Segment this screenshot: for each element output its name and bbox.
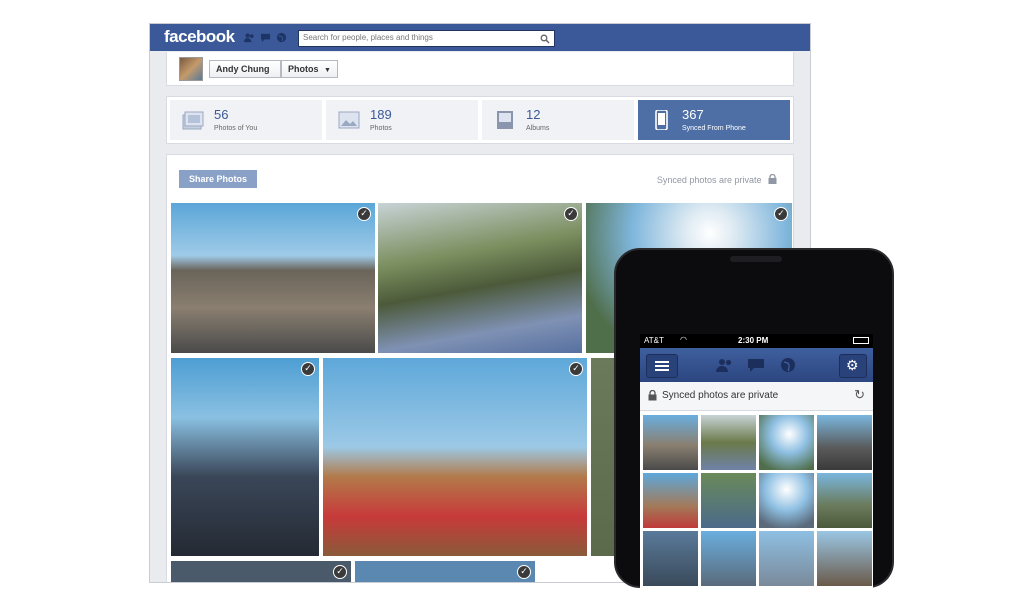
app-bar: ⚙ — [640, 348, 873, 382]
photos-dropdown[interactable]: Photos ▼ — [281, 60, 338, 78]
photo-thumbnail[interactable]: ✓ — [171, 561, 351, 582]
selected-check-icon[interactable]: ✓ — [357, 207, 371, 221]
synced-label: Synced photos are private — [662, 390, 779, 401]
phone-screen: AT&T ◠ 2:30 PM ⚙ Synced photos are priva… — [640, 334, 873, 594]
tab-label: Albums — [526, 125, 550, 132]
photo-thumbnail[interactable]: ✓ — [355, 561, 535, 582]
phone-photo-thumbnail[interactable] — [701, 531, 756, 586]
notifications-globe-icon[interactable] — [780, 357, 796, 373]
status-bar: AT&T ◠ 2:30 PM — [640, 334, 873, 348]
avatar[interactable] — [179, 57, 203, 81]
wifi-icon: ◠ — [680, 335, 687, 344]
phone-photo-thumbnail[interactable] — [701, 473, 756, 528]
battery-icon — [853, 337, 869, 344]
photo-icon — [338, 111, 360, 129]
profile-name-button[interactable]: Andy Chung — [209, 60, 281, 78]
tab-label: Synced From Phone — [682, 125, 746, 132]
phone-photo-thumbnail[interactable] — [701, 415, 756, 470]
photo-stats-bar: 56 Photos of You 189 Photos 12 Albums 36… — [166, 96, 794, 144]
photos-dropdown-label: Photos — [288, 64, 319, 74]
tab-count: 12 — [526, 107, 541, 122]
lock-icon — [648, 390, 657, 401]
phone-speaker — [730, 256, 782, 262]
phone-photo-thumbnail[interactable] — [643, 531, 698, 586]
settings-button[interactable]: ⚙ — [839, 354, 867, 378]
messages-icon[interactable] — [747, 358, 765, 373]
search-placeholder: Search for people, places and things — [303, 33, 433, 42]
lock-icon — [768, 173, 777, 184]
tab-label: Photos — [370, 125, 392, 132]
synced-header: Synced photos are private ↻ — [640, 382, 873, 411]
gear-icon: ⚙ — [846, 357, 859, 373]
phone-photo-thumbnail[interactable] — [643, 415, 698, 470]
iphone: AT&T ◠ 2:30 PM ⚙ Synced photos are priva… — [614, 248, 894, 594]
phone-photo-thumbnail[interactable] — [817, 415, 872, 470]
search-input[interactable]: Search for people, places and things — [298, 30, 555, 47]
album-icon — [497, 111, 513, 129]
refresh-icon[interactable]: ↻ — [854, 387, 865, 403]
phone-photo-thumbnail[interactable] — [759, 415, 814, 470]
photo-thumbnail[interactable]: ✓ — [323, 358, 587, 556]
tab-count: 189 — [370, 107, 392, 122]
phone-photo-thumbnail[interactable] — [643, 473, 698, 528]
selected-check-icon[interactable]: ✓ — [564, 207, 578, 221]
tab-photos-of-you[interactable]: 56 Photos of You — [170, 100, 322, 140]
selected-check-icon[interactable]: ✓ — [301, 362, 315, 376]
photo-thumbnail[interactable]: ✓ — [378, 203, 582, 353]
profile-bar: Andy Chung Photos ▼ — [166, 52, 794, 86]
tab-label: Photos of You — [214, 125, 258, 132]
phone-photo-thumbnail[interactable] — [759, 531, 814, 586]
selected-check-icon[interactable]: ✓ — [774, 207, 788, 221]
photo-thumbnail[interactable]: ✓ — [171, 358, 319, 556]
friend-requests-icon[interactable] — [244, 32, 255, 43]
private-note-text: Synced photos are private — [656, 175, 762, 185]
tab-photos[interactable]: 189 Photos — [326, 100, 478, 140]
tab-count: 56 — [214, 107, 229, 122]
carrier-label: AT&T — [644, 336, 664, 345]
hamburger-icon — [655, 361, 669, 371]
messages-icon[interactable] — [260, 32, 271, 43]
top-bar: facebook Search for people, places and t… — [150, 24, 810, 51]
search-icon[interactable] — [540, 34, 550, 44]
facebook-logo[interactable]: facebook — [164, 27, 235, 47]
tab-albums[interactable]: 12 Albums — [482, 100, 634, 140]
phone-photo-thumbnail[interactable] — [759, 473, 814, 528]
phone-photo-thumbnail[interactable] — [817, 473, 872, 528]
selected-check-icon[interactable]: ✓ — [569, 362, 583, 376]
friend-requests-icon[interactable] — [716, 357, 734, 373]
tab-count: 367 — [682, 107, 704, 122]
notifications-globe-icon[interactable] — [276, 32, 287, 43]
phone-icon — [655, 110, 668, 130]
share-photos-button[interactable]: Share Photos — [179, 170, 257, 188]
menu-button[interactable] — [646, 354, 678, 378]
phone-photo-thumbnail[interactable] — [817, 531, 872, 586]
private-note: Synced photos are private — [656, 173, 777, 185]
photo-stack-icon — [182, 111, 204, 130]
photo-thumbnail[interactable]: ✓ — [171, 203, 375, 353]
selected-check-icon[interactable]: ✓ — [517, 565, 531, 579]
selected-check-icon[interactable]: ✓ — [333, 565, 347, 579]
chevron-down-icon: ▼ — [324, 67, 331, 74]
tab-synced-from-phone[interactable]: 367 Synced From Phone — [638, 100, 790, 140]
clock: 2:30 PM — [738, 336, 769, 345]
